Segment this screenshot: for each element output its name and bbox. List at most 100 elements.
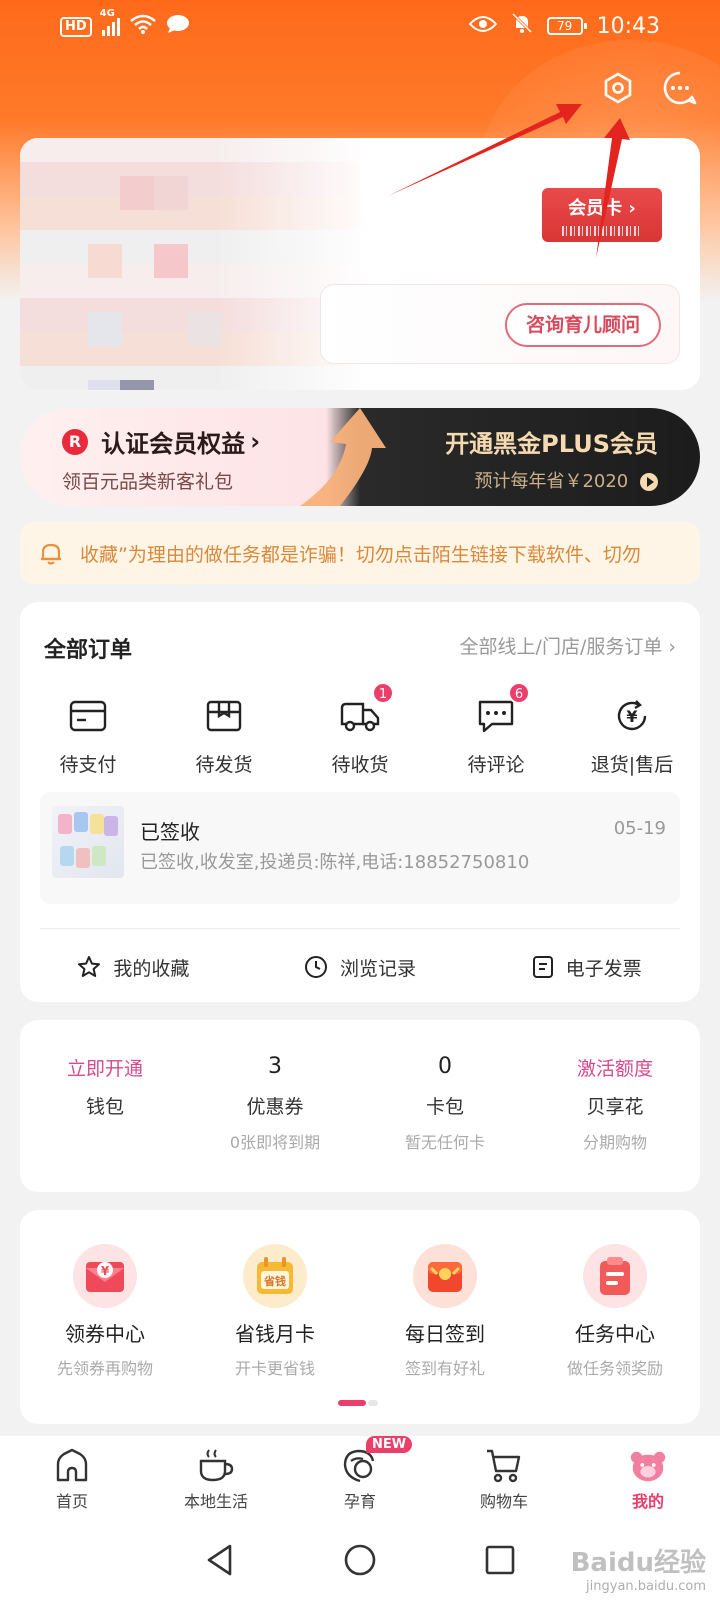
task-center-entry[interactable]: 任务中心 做任务领奖励: [530, 1244, 700, 1379]
cardbag-sub: 暂无任何卡: [404, 1133, 485, 1152]
star-icon: [78, 956, 101, 977]
battery-indicator: 79: [546, 17, 587, 35]
coffee-cup-icon: [196, 1446, 236, 1486]
all-orders-link[interactable]: 全部线上/门店/服务订单 ›: [460, 632, 676, 659]
order-pending-receipt[interactable]: 1 待收货: [292, 682, 428, 777]
wallet-item[interactable]: 立即开通 钱包: [20, 1020, 190, 1192]
order-pending-shipment[interactable]: 待发货: [156, 694, 292, 777]
latest-shipment[interactable]: 已签收 05-19 已签收,收发室,投递员:陈祥,电话:18852750810: [40, 792, 680, 904]
eye-icon: [468, 14, 497, 39]
red-envelope-icon: ¥: [73, 1244, 137, 1308]
fraud-notice-bar[interactable]: 收藏”为理由的做任务都是诈骗！切勿点击陌生链接下载软件、切勿: [20, 522, 700, 584]
cardbag-count: 0: [438, 1054, 452, 1079]
tab-label: 购物车: [479, 1492, 528, 1511]
r-badge-icon: R: [62, 428, 88, 455]
installment-item[interactable]: 激活额度 贝享花 分期购物: [530, 1020, 700, 1192]
history-link[interactable]: 浏览记录: [247, 936, 474, 998]
order-status-label: 待支付: [59, 754, 117, 776]
saving-card-entry[interactable]: 省钱 省钱月卡 开卡更省钱: [190, 1244, 360, 1379]
order-status-label: 待评论: [467, 754, 525, 776]
package-box-icon: [202, 694, 246, 738]
baidu-watermark: Baidu经验 jingyan.baidu.com: [571, 1542, 706, 1594]
comment-bubble-icon: 6: [474, 682, 530, 738]
tab-label: 孕育: [343, 1492, 376, 1511]
chevron-right-icon: ›: [250, 427, 261, 456]
home-icon: [52, 1446, 92, 1486]
wifi-icon: [129, 14, 156, 40]
clock-icon: [305, 956, 327, 978]
message-center-icon[interactable]: [662, 70, 698, 106]
tab-label: 首页: [55, 1492, 88, 1511]
shipment-status: 已签收: [140, 820, 200, 844]
order-status-label: 退货|售后: [590, 754, 674, 776]
tab-cart[interactable]: 购物车: [432, 1436, 576, 1520]
consult-advisor-button[interactable]: 咨询育儿顾问: [505, 303, 661, 347]
bottom-tab-bar: 首页 本地生活 NEW 孕育 购物车 我的: [0, 1436, 720, 1520]
delivery-truck-icon: 1: [338, 682, 394, 738]
status-bar: HD 4G 79 10:43: [0, 0, 720, 56]
tab-parenting[interactable]: NEW 孕育: [288, 1436, 432, 1520]
task-name: 省钱月卡: [235, 1322, 315, 1346]
home-circle-icon[interactable]: [340, 1540, 380, 1580]
invoice-document-icon: [532, 956, 553, 978]
member-card-button[interactable]: 会员卡 ›: [542, 188, 662, 242]
saving-calendar-text: 省钱: [263, 1274, 286, 1288]
invoice-link[interactable]: 电子发票: [473, 936, 700, 998]
order-refund-aftersale[interactable]: ¥ 退货|售后: [564, 694, 700, 777]
installment-value: 激活额度: [576, 1058, 653, 1080]
barcode-icon: [562, 226, 642, 236]
wallet-name: 钱包: [85, 1096, 124, 1118]
clock: 10:43: [596, 13, 660, 39]
svg-text:¥: ¥: [101, 1264, 110, 1278]
banner-right-subtitle: 预计每年省￥2020: [474, 471, 629, 492]
order-pending-payment[interactable]: 待支付: [20, 694, 156, 777]
daily-checkin-entry[interactable]: 每日签到 签到有好礼: [360, 1244, 530, 1379]
blurred-user-info: [20, 138, 360, 390]
cardbag-name: 卡包: [425, 1096, 464, 1118]
coupon-name: 优惠券: [246, 1096, 304, 1118]
order-status-label: 待发货: [195, 754, 253, 776]
banner-arrow-graphic: [300, 408, 386, 506]
tab-home[interactable]: 首页: [0, 1436, 144, 1520]
order-pending-review[interactable]: 6 待评论: [428, 682, 564, 777]
coupon-center-entry[interactable]: ¥ 领券中心 先领券再购物: [20, 1244, 190, 1379]
banner-left-subtitle: 领百元品类新客礼包: [62, 471, 234, 493]
tab-local-life[interactable]: 本地生活: [144, 1436, 288, 1520]
page-indicator: [338, 1400, 382, 1406]
task-name: 任务中心: [575, 1322, 655, 1346]
mute-bell-icon: [511, 12, 533, 40]
tab-mine[interactable]: 我的: [576, 1436, 720, 1520]
notice-text: 收藏”为理由的做任务都是诈骗！切勿点击陌生链接下载软件、切勿: [80, 544, 641, 566]
profile-card: 会员卡 › 咨询育儿顾问: [20, 138, 700, 390]
play-arrow-icon: [640, 473, 658, 491]
back-triangle-icon[interactable]: [200, 1540, 240, 1580]
task-sub: 先领券再购物: [56, 1359, 153, 1378]
message-bubble-icon: [166, 14, 190, 40]
task-name: 领券中心: [65, 1322, 145, 1346]
product-thumbnail: [52, 806, 124, 878]
review-count-badge: 6: [508, 682, 530, 704]
wallet-card-icon: [66, 694, 110, 738]
watermark-url: jingyan.baidu.com: [586, 1579, 706, 1594]
wallet-value: 立即开通: [66, 1058, 143, 1080]
member-benefits-banner[interactable]: R 认证会员权益 › 领百元品类新客礼包 开通黑金PLUS会员 预计每年省￥20…: [20, 408, 700, 506]
tab-label: 本地生活: [183, 1492, 248, 1511]
quick-links: 我的收藏 浏览记录 电子发票: [20, 936, 700, 998]
orders-title: 全部订单: [44, 638, 133, 663]
task-sub: 签到有好礼: [404, 1359, 485, 1378]
refund-yuan-icon: ¥: [610, 694, 654, 738]
settings-hexagon-icon[interactable]: [600, 70, 636, 106]
hd-badge: HD: [60, 17, 92, 37]
gift-bag-icon: [413, 1244, 477, 1308]
watermark-logo: Baidu经验: [570, 1548, 706, 1578]
favorites-label: 我的收藏: [113, 957, 190, 980]
tasks-card: ¥ 领券中心 先领券再购物 省钱 省钱月卡 开卡更省钱 每日签到 签到有好礼 任…: [20, 1210, 700, 1424]
coupon-item[interactable]: 3 优惠券 0张即将到期: [190, 1020, 360, 1192]
new-badge: NEW: [366, 1436, 413, 1453]
cardbag-item[interactable]: 0 卡包 暂无任何卡: [360, 1020, 530, 1192]
favorites-link[interactable]: 我的收藏: [20, 936, 247, 998]
recents-square-icon[interactable]: [480, 1540, 520, 1580]
task-sub: 开卡更省钱: [234, 1359, 315, 1378]
shipment-date: 05-19: [613, 818, 666, 839]
divider: [40, 928, 680, 929]
